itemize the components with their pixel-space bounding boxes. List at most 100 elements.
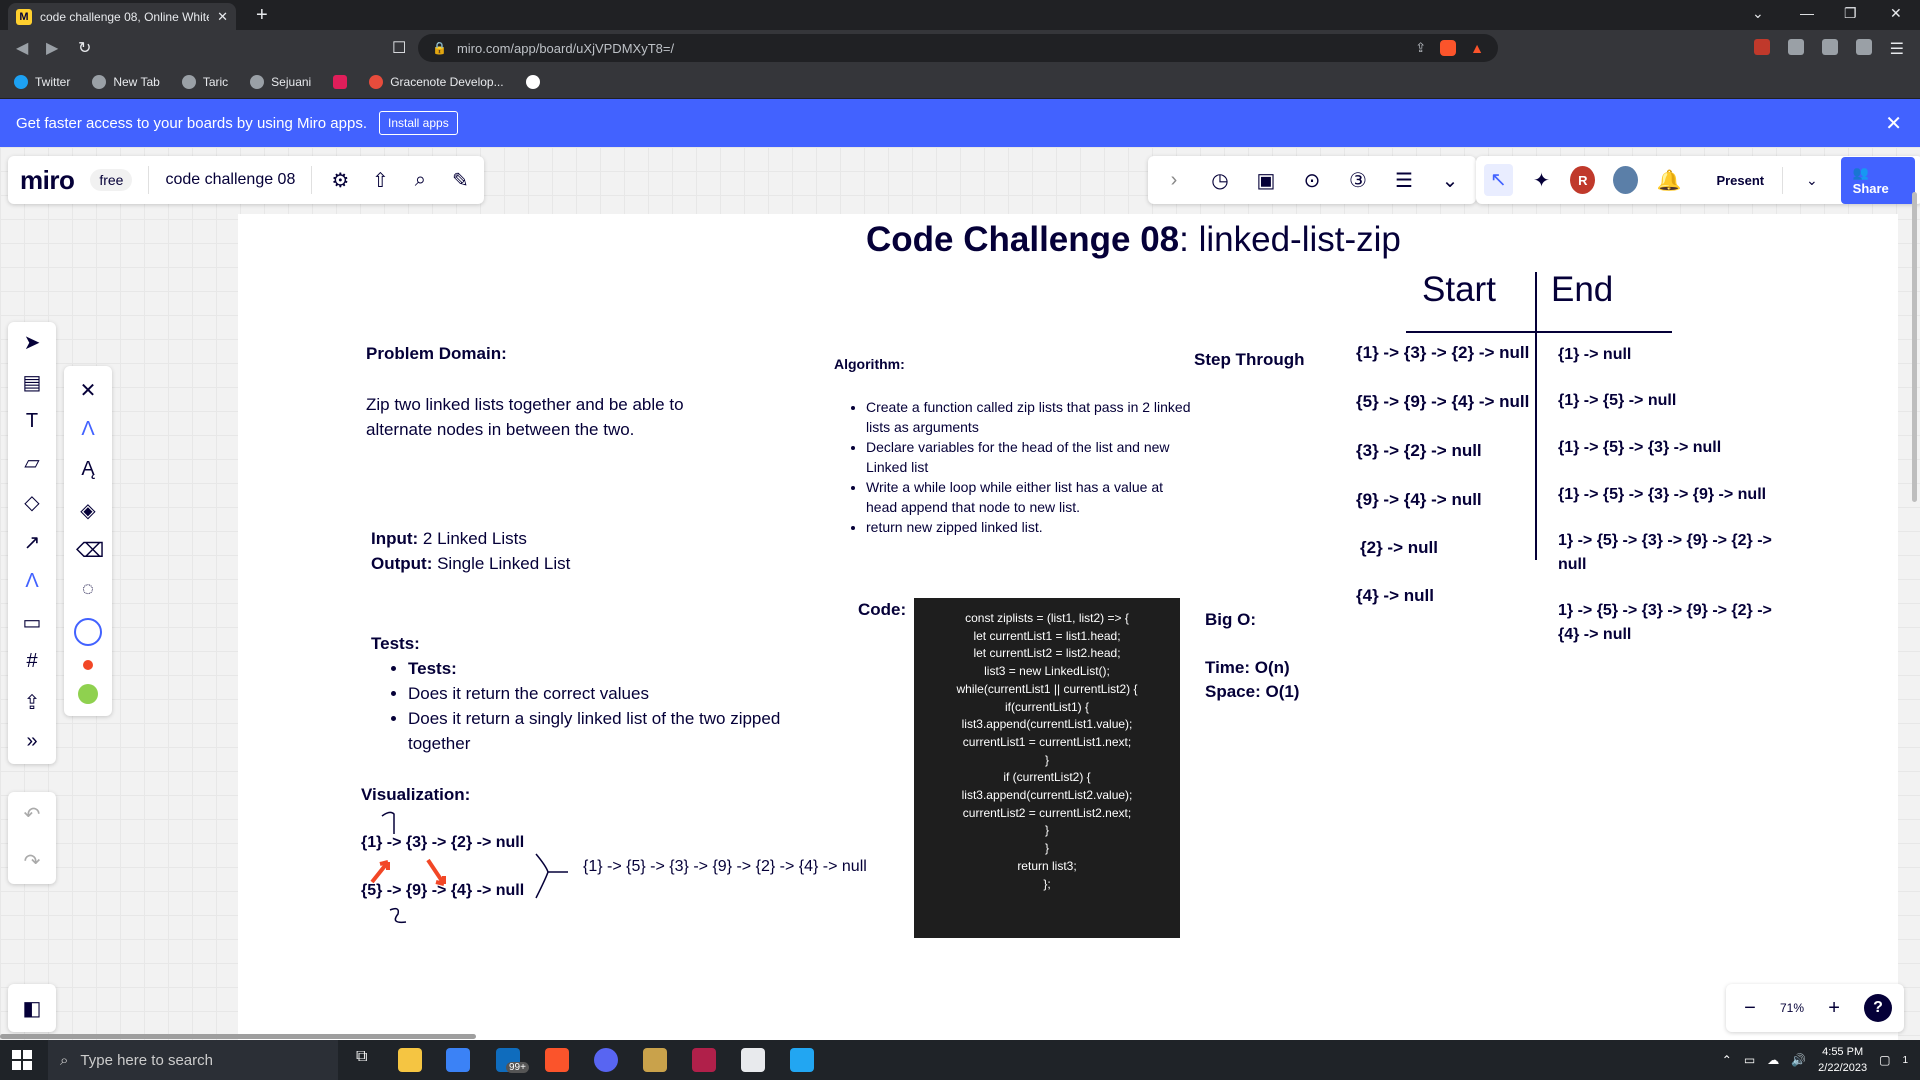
- minimize-icon[interactable]: —: [1800, 5, 1814, 21]
- url-field[interactable]: 🔒 miro.com/app/board/uXjVPDMXyT8=/ ⇪ ▲: [418, 34, 1498, 62]
- wallet-icon[interactable]: [1855, 39, 1872, 55]
- brave-icon[interactable]: [545, 1048, 569, 1072]
- vscode-icon[interactable]: [790, 1048, 814, 1072]
- comment-icon[interactable]: ▭: [20, 610, 44, 636]
- league-icon[interactable]: [643, 1048, 667, 1072]
- zoom-out-icon[interactable]: −: [1738, 997, 1762, 1020]
- volume-icon[interactable]: 🔊: [1791, 1053, 1806, 1067]
- store-icon[interactable]: [446, 1048, 470, 1072]
- new-tab-icon[interactable]: +: [256, 4, 268, 27]
- tab-search-icon[interactable]: ⌄: [1752, 5, 1764, 22]
- apps-banner: Get faster access to your boards by usin…: [0, 99, 1920, 147]
- zoom-in-icon[interactable]: +: [1822, 997, 1846, 1020]
- expand-chevron-icon[interactable]: ›: [1162, 169, 1186, 192]
- extensions-puzzle-icon[interactable]: [1787, 39, 1804, 55]
- templates-icon[interactable]: ▤: [20, 370, 44, 396]
- menu-icon[interactable]: ☰: [1890, 39, 1904, 59]
- share-button[interactable]: 👥 Share: [1840, 156, 1915, 204]
- text-icon[interactable]: T: [20, 410, 44, 436]
- vertical-scrollbar[interactable]: [1912, 192, 1917, 502]
- code-line: list3.append(currentList1.value);: [961, 717, 1133, 732]
- forward-icon[interactable]: ▶: [46, 38, 58, 58]
- timer-icon[interactable]: ◷: [1208, 168, 1232, 193]
- close-icon[interactable]: ✕: [76, 378, 100, 404]
- task-view-icon[interactable]: ⧉: [356, 1048, 380, 1072]
- reload-icon[interactable]: ↻: [78, 38, 91, 58]
- bookmark-sejuani[interactable]: Sejuani: [250, 75, 311, 89]
- discord-icon[interactable]: [594, 1048, 618, 1072]
- taskbar-search[interactable]: ⌕ Type here to search: [48, 1040, 338, 1080]
- sidebar-icon[interactable]: [1821, 39, 1838, 55]
- close-window-icon[interactable]: ✕: [1890, 5, 1902, 22]
- extension-icon[interactable]: [1753, 39, 1770, 55]
- celebrate-icon[interactable]: ✦: [1531, 168, 1553, 193]
- focus-icon[interactable]: ⊙: [1300, 168, 1324, 193]
- windows-start-icon[interactable]: [12, 1050, 32, 1070]
- bookmark-twitter[interactable]: Twitter: [14, 75, 70, 89]
- bookmark-gracenote[interactable]: Gracenote Develop...: [369, 75, 504, 89]
- plan-badge[interactable]: free: [90, 169, 133, 191]
- plugin-icon[interactable]: ✎: [448, 168, 472, 193]
- voting-icon[interactable]: ③: [1346, 168, 1370, 193]
- pen-icon[interactable]: Λ: [20, 570, 44, 596]
- notes-icon[interactable]: ☰: [1392, 168, 1416, 193]
- horizontal-scrollbar[interactable]: [0, 1034, 476, 1039]
- network-icon[interactable]: ▭: [1744, 1053, 1755, 1067]
- stroke-size-icon[interactable]: [74, 618, 102, 646]
- avatar-user[interactable]: [1613, 166, 1639, 194]
- notifications-icon[interactable]: ▢: [1879, 1053, 1890, 1067]
- sticky-note-icon[interactable]: ▱: [20, 450, 44, 476]
- bookmark-slack[interactable]: [333, 75, 348, 89]
- smart-drawing-icon[interactable]: ◈: [76, 498, 100, 524]
- settings-icon[interactable]: ⚙: [328, 168, 352, 193]
- avatar[interactable]: R: [1570, 166, 1596, 194]
- file-explorer-icon[interactable]: [398, 1048, 422, 1072]
- shapes-icon[interactable]: ◇: [20, 490, 44, 516]
- tray-chevron-icon[interactable]: ⌃: [1722, 1053, 1732, 1067]
- brave-rewards-icon[interactable]: ▲: [1470, 40, 1484, 56]
- pen-icon[interactable]: Λ: [76, 418, 100, 444]
- sidebar-icon[interactable]: ◧: [20, 996, 44, 1021]
- export-icon[interactable]: ⇧: [368, 168, 392, 193]
- clock[interactable]: 4:55 PM 2/22/2023: [1818, 1044, 1867, 1076]
- highlighter-icon[interactable]: Ą: [76, 458, 100, 484]
- redo-icon[interactable]: ↷: [20, 849, 44, 874]
- onedrive-icon[interactable]: ☁: [1767, 1053, 1779, 1067]
- valorant-icon[interactable]: [692, 1048, 716, 1072]
- back-icon[interactable]: ◀: [16, 38, 28, 58]
- bookmark-new-tab[interactable]: New Tab: [92, 75, 160, 89]
- browser-tab[interactable]: M code challenge 08, Online Whiteb ✕: [8, 3, 236, 30]
- install-apps-button[interactable]: Install apps: [379, 111, 458, 135]
- present-button[interactable]: Present: [1698, 166, 1784, 194]
- more-tools-icon[interactable]: »: [20, 730, 44, 756]
- color-green-swatch[interactable]: [78, 684, 98, 704]
- present-options-chevron-icon[interactable]: ⌄: [1801, 172, 1823, 189]
- brave-shields-icon[interactable]: [1440, 40, 1457, 56]
- board-name[interactable]: code challenge 08: [165, 171, 295, 189]
- share-page-icon[interactable]: ⇪: [1415, 40, 1426, 56]
- share-bar: ↖ ✦ R 🔔 Present ⌄ 👥 Share: [1476, 156, 1920, 204]
- cursor-reactions-icon[interactable]: ↖: [1484, 164, 1513, 196]
- connection-line-icon[interactable]: ↗: [20, 530, 44, 556]
- eraser-icon[interactable]: ⌫: [76, 538, 104, 564]
- bookmark-github[interactable]: [525, 75, 540, 89]
- lasso-icon[interactable]: ◌: [76, 578, 100, 604]
- help-icon[interactable]: ?: [1864, 994, 1893, 1022]
- miro-app-icon[interactable]: [741, 1048, 765, 1072]
- frame-icon[interactable]: #: [20, 650, 44, 676]
- miro-logo[interactable]: miro: [20, 165, 75, 196]
- video-icon[interactable]: ▣: [1254, 168, 1278, 193]
- upload-icon[interactable]: ⇪: [20, 690, 44, 716]
- bookmark-icon[interactable]: ☐: [392, 38, 406, 58]
- color-red-swatch[interactable]: [83, 660, 93, 670]
- select-icon[interactable]: ➤: [20, 330, 44, 356]
- restore-icon[interactable]: ❐: [1844, 5, 1857, 22]
- close-tab-icon[interactable]: ✕: [217, 9, 228, 25]
- search-icon[interactable]: ⌕: [408, 169, 432, 192]
- zoom-level[interactable]: 71%: [1780, 1001, 1804, 1015]
- undo-icon[interactable]: ↶: [20, 802, 44, 827]
- close-banner-icon[interactable]: ✕: [1885, 111, 1902, 136]
- bookmark-taric[interactable]: Taric: [181, 75, 228, 89]
- more-chevron-icon[interactable]: ⌄: [1438, 168, 1462, 193]
- notifications-icon[interactable]: 🔔: [1656, 168, 1681, 193]
